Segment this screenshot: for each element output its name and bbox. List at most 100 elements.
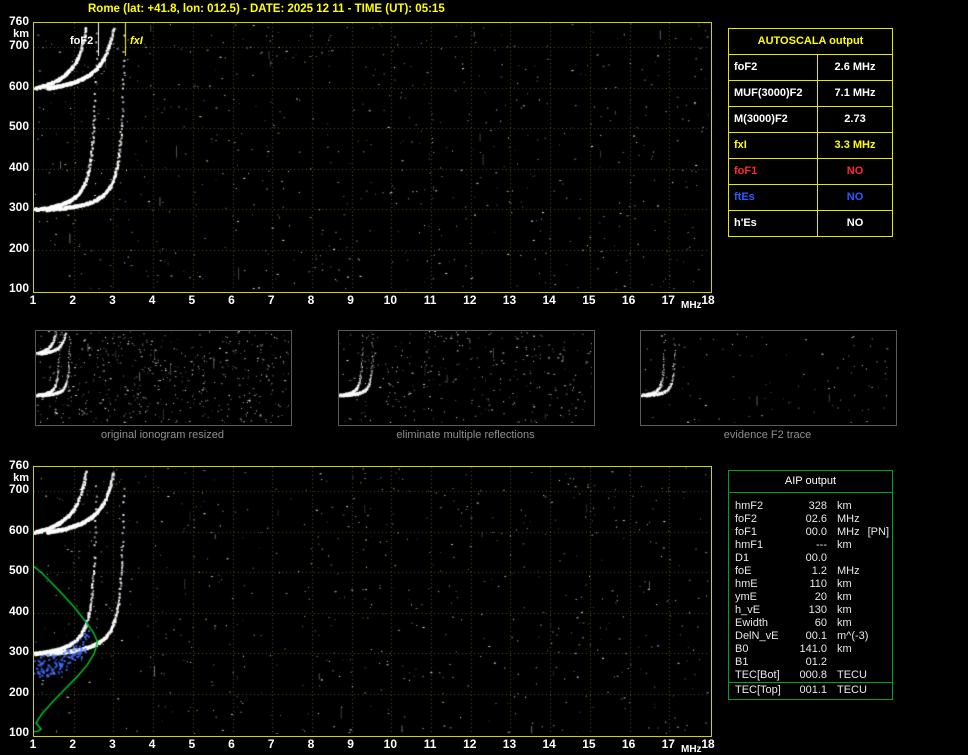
- aip-param-label: h_vE: [729, 604, 795, 617]
- fxI-label: fxI: [130, 35, 143, 47]
- autoscala-param-label: foF1: [729, 159, 818, 184]
- aip-param-unit: km: [827, 591, 852, 604]
- aip-table-title: AIP output: [729, 471, 892, 493]
- bottom-y-tick-label: 600: [3, 525, 29, 536]
- top-x-tick-label: 6: [223, 295, 241, 306]
- aip-param-unit: m^(-3): [827, 630, 868, 643]
- autoscala-row-h'Es: h'EsNO: [729, 211, 892, 236]
- aip-param-label: hmF1: [729, 539, 795, 552]
- aip-param-value: 328: [795, 500, 827, 513]
- bottom-x-tick-label: 2: [64, 739, 82, 750]
- aip-param-unit: [827, 552, 837, 565]
- aip-row-hmF2: hmF2328km: [729, 500, 892, 513]
- ionogram-canvas-top: [34, 23, 709, 290]
- aip-param-value: 02.6: [795, 513, 827, 526]
- bottom-x-tick-label: 12: [461, 739, 479, 750]
- aip-param-unit: km: [827, 617, 852, 630]
- aip-param-value: ---: [795, 539, 827, 552]
- aip-param-unit: km: [827, 604, 852, 617]
- top-x-tick-label: 10: [381, 295, 399, 306]
- bottom-x-tick-label: 17: [659, 739, 677, 750]
- aip-param-value: 001.1: [795, 684, 827, 697]
- aip-row-B1: B101.2: [729, 656, 892, 669]
- aip-param-value: 00.1: [795, 630, 827, 643]
- autoscala-param-value: NO: [818, 211, 892, 236]
- aip-table-rows: hmF2328kmfoF202.6MHzfoF100.0MHz[PN]hmF1-…: [729, 493, 892, 669]
- bottom-x-tick-label: 8: [302, 739, 320, 750]
- aip-param-label: foF2: [729, 513, 795, 526]
- bottom-x-tick-label: 16: [620, 739, 638, 750]
- aip-row-TEC-Top: TEC[Top]001.1TECU: [729, 684, 892, 697]
- bottom-x-tick-label: 1: [24, 739, 42, 750]
- top-x-tick-label: 5: [183, 295, 201, 306]
- autoscala-output-table: AUTOSCALA output foF22.6 MHzMUF(3000)F27…: [728, 28, 893, 237]
- bottom-y-tick-label: 760: [3, 460, 29, 471]
- autoscala-row-ftEs: ftEsNO: [729, 185, 892, 211]
- bottom-x-tick-label: 9: [342, 739, 360, 750]
- aip-param-label: hmF2: [729, 500, 795, 513]
- autoscala-param-value: 2.73: [818, 107, 892, 132]
- aip-param-label: B1: [729, 656, 795, 669]
- aip-row-foF1: foF100.0MHz[PN]: [729, 526, 892, 539]
- bottom-y-axis-unit: km: [3, 473, 29, 484]
- top-y-axis-unit: km: [3, 29, 29, 40]
- bottom-x-tick-label: 13: [500, 739, 518, 750]
- bottom-y-tick-label: 300: [3, 646, 29, 657]
- foF2-label: foF2: [70, 35, 93, 47]
- aip-param-unit: MHz: [827, 526, 860, 539]
- aip-param-label: Ewidth: [729, 617, 795, 630]
- bottom-x-tick-label: 14: [540, 739, 558, 750]
- autoscala-row-M(3000)F2: M(3000)F22.73: [729, 107, 892, 133]
- aip-param-value: 00.0: [795, 552, 827, 565]
- aip-param-label: D1: [729, 552, 795, 565]
- aip-param-unit: km: [827, 643, 852, 656]
- bottom-y-tick-label: 200: [3, 687, 29, 698]
- aip-row-Ewidth: Ewidth60km: [729, 617, 892, 630]
- thumbnail-caption: eliminate multiple reflections: [338, 429, 593, 441]
- bottom-y-tick-label: 400: [3, 606, 29, 617]
- autoscala-param-value: 3.3 MHz: [818, 133, 892, 158]
- top-x-tick-label: 18: [699, 295, 717, 306]
- bottom-x-tick-label: 5: [183, 739, 201, 750]
- aip-param-label: TEC[Bot]: [729, 669, 795, 682]
- aip-param-unit: km: [827, 500, 852, 513]
- autoscala-param-label: foF2: [729, 55, 818, 80]
- aip-param-label: foE: [729, 565, 795, 578]
- aip-row-ymE: ymE20km: [729, 591, 892, 604]
- aip-param-value: 141.0: [795, 643, 827, 656]
- top-x-tick-label: 16: [620, 295, 638, 306]
- autoscala-param-label: MUF(3000)F2: [729, 81, 818, 106]
- aip-row-DelN_vE: DelN_vE00.1m^(-3): [729, 630, 892, 643]
- aip-param-label: TEC[Top]: [729, 684, 795, 697]
- page-title: Rome (lat: +41.8, lon: 012.5) - DATE: 20…: [88, 3, 445, 15]
- bottom-x-tick-label: 3: [103, 739, 121, 750]
- aip-param-unit: MHz: [827, 513, 860, 526]
- bottom-x-tick-label: 4: [143, 739, 161, 750]
- top-y-tick-label: 760: [3, 16, 29, 27]
- thumbnail-canvas-3: [641, 331, 894, 423]
- autoscala-param-label: fxI: [729, 133, 818, 158]
- bottom-x-tick-label: 10: [381, 739, 399, 750]
- aip-row-foE: foE1.2MHz: [729, 565, 892, 578]
- top-x-tick-label: 14: [540, 295, 558, 306]
- aip-param-unit: TECU: [827, 669, 867, 682]
- aip-param-value: 00.0: [795, 526, 827, 539]
- aip-param-unit: km: [827, 539, 852, 552]
- thumbnail-canvas-1: [36, 331, 289, 423]
- autoscala-param-value: 2.6 MHz: [818, 55, 892, 80]
- autoscala-row-foF2: foF22.6 MHz: [729, 55, 892, 81]
- top-x-tick-label: 12: [461, 295, 479, 306]
- aip-param-label: DelN_vE: [729, 630, 795, 643]
- bottom-x-tick-label: 7: [262, 739, 280, 750]
- aip-row-hmE: hmE110km: [729, 578, 892, 591]
- top-x-tick-label: 8: [302, 295, 320, 306]
- aip-row-h_vE: h_vE130km: [729, 604, 892, 617]
- autoscala-row-foF1: foF1NO: [729, 159, 892, 185]
- bottom-x-tick-label: 6: [223, 739, 241, 750]
- aip-param-value: 20: [795, 591, 827, 604]
- top-x-tick-label: 11: [421, 295, 439, 306]
- top-y-tick-label: 700: [3, 40, 29, 51]
- thumbnail-caption: original ionogram resized: [35, 429, 290, 441]
- autoscala-row-fxI: fxI3.3 MHz: [729, 133, 892, 159]
- thumbnail-panel-3: [640, 330, 897, 426]
